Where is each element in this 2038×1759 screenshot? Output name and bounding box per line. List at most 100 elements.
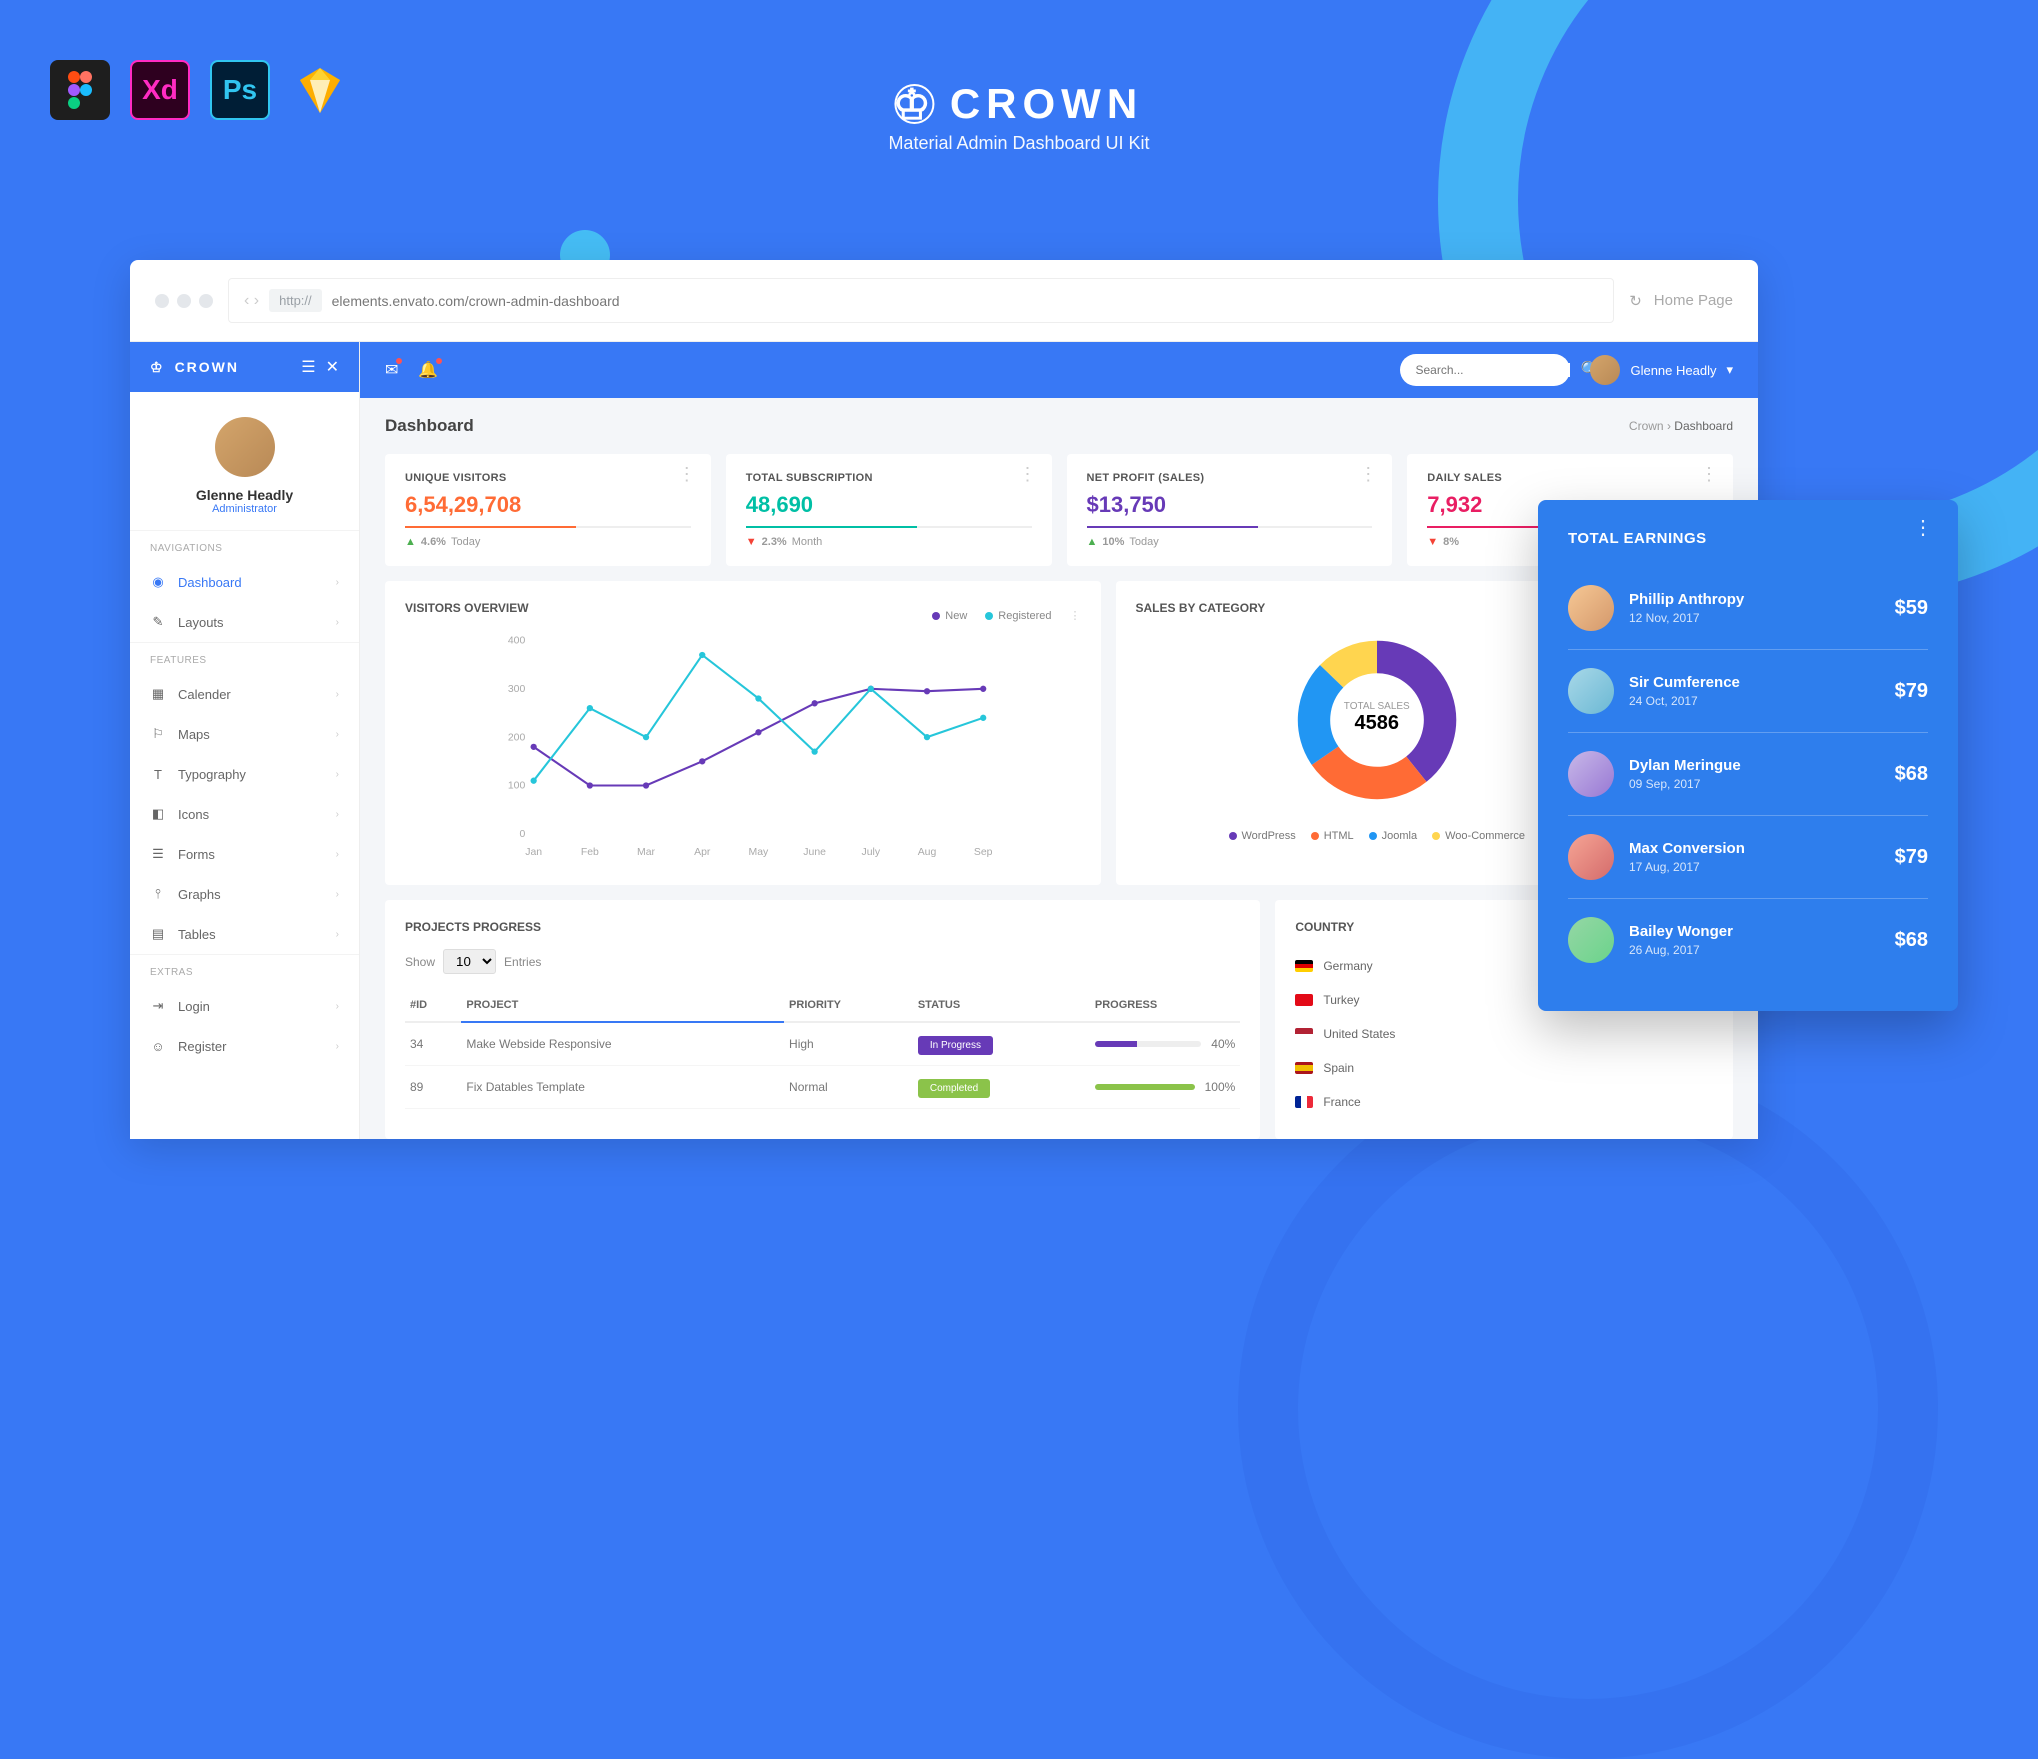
country-item[interactable]: France <box>1295 1085 1713 1119</box>
show-entries: Show 10 Entries <box>405 949 1240 974</box>
svg-text:June: June <box>803 847 826 858</box>
svg-text:Jan: Jan <box>525 847 542 858</box>
chevron-right-icon: › <box>336 1041 339 1052</box>
ps-icon: Ps <box>210 60 270 120</box>
svg-text:May: May <box>749 847 769 858</box>
home-page-link[interactable]: ↻ Home Page <box>1629 292 1733 310</box>
earning-amount: $68 <box>1895 929 1928 952</box>
stat-title: UNIQUE VISITORS <box>405 472 691 484</box>
menu-icon[interactable]: ☰ <box>301 357 315 377</box>
chevron-right-icon: › <box>336 769 339 780</box>
svg-text:Sep: Sep <box>974 847 993 858</box>
sidebar-item-tables[interactable]: ▤Tables› <box>130 914 359 954</box>
sidebar-item-icons[interactable]: ◧Icons› <box>130 794 359 834</box>
earning-row[interactable]: Max Conversion17 Aug, 2017 $79 <box>1568 816 1928 899</box>
svg-text:200: 200 <box>508 732 526 743</box>
legend-item: Woo-Commerce <box>1432 830 1525 842</box>
earning-date: 26 Aug, 2017 <box>1629 943 1733 957</box>
url-bar[interactable]: ‹ › http:// elements.envato.com/crown-ad… <box>228 278 1614 323</box>
card-title: PROJECTS PROGRESS <box>405 920 1240 934</box>
table-row[interactable]: 89 Fix Datables Template Normal Complete… <box>405 1066 1240 1109</box>
avatar <box>1568 668 1614 714</box>
country-item[interactable]: United States <box>1295 1017 1713 1051</box>
nav-label: Tables <box>178 927 216 942</box>
stat-value: 6,54,29,708 <box>405 492 691 518</box>
bg-decoration <box>1238 1059 1938 1759</box>
earning-row[interactable]: Bailey Wonger26 Aug, 2017 $68 <box>1568 899 1928 981</box>
cell-progress: 40% <box>1090 1022 1240 1066</box>
th-progress[interactable]: PROGRESS <box>1090 989 1240 1022</box>
svg-text:300: 300 <box>508 684 526 695</box>
nav-icon: ⇥ <box>150 998 166 1014</box>
hero: ♔ CROWN Material Admin Dashboard UI Kit <box>888 80 1149 154</box>
mail-icon[interactable]: ✉ <box>385 360 398 380</box>
chevron-right-icon: › <box>336 729 339 740</box>
nav-section-header: FEATURES <box>130 642 359 674</box>
search-input[interactable] <box>1415 363 1570 377</box>
stat-title: TOTAL SUBSCRIPTION <box>746 472 1032 484</box>
hero-title-text: CROWN <box>950 80 1143 128</box>
earning-row[interactable]: Dylan Meringue09 Sep, 2017 $68 <box>1568 733 1928 816</box>
brand-name: CROWN <box>175 359 239 375</box>
crumb[interactable]: Crown <box>1629 419 1664 433</box>
more-icon[interactable]: ⋮ <box>1019 472 1037 477</box>
more-icon[interactable]: ⋮ <box>1070 609 1081 622</box>
nav-icon: T <box>150 766 166 782</box>
nav-icon: ◉ <box>150 574 166 590</box>
line-chart: 0100200300400JanFebMarAprMayJuneJulyAugS… <box>405 630 1081 860</box>
chevron-right-icon: › <box>336 689 339 700</box>
th-status[interactable]: STATUS <box>913 989 1090 1022</box>
earning-name: Sir Cumference <box>1629 674 1740 691</box>
cell-progress: 100% <box>1090 1066 1240 1109</box>
country-name: Spain <box>1323 1061 1354 1075</box>
sidebar-item-typography[interactable]: TTypography› <box>130 754 359 794</box>
earning-date: 24 Oct, 2017 <box>1629 694 1740 708</box>
earning-row[interactable]: Phillip Anthropy12 Nov, 2017 $59 <box>1568 567 1928 650</box>
bell-icon[interactable]: 🔔 <box>418 360 438 380</box>
url-protocol: http:// <box>269 289 322 312</box>
sidebar-item-layouts[interactable]: ✎Layouts› <box>130 602 359 642</box>
entries-label: Entries <box>504 955 541 969</box>
entries-select[interactable]: 10 <box>443 949 496 974</box>
refresh-icon[interactable]: ↻ <box>1629 292 1642 310</box>
tools-icon[interactable]: ✕ <box>326 357 339 377</box>
sidebar-item-forms[interactable]: ☰Forms› <box>130 834 359 874</box>
chevron-right-icon: › <box>336 929 339 940</box>
user-menu[interactable]: Glenne Headly ▾ <box>1590 355 1733 385</box>
sidebar-item-login[interactable]: ⇥Login› <box>130 986 359 1026</box>
nav-icon: ▦ <box>150 686 166 702</box>
home-page-label: Home Page <box>1654 292 1733 309</box>
chevron-down-icon: ▾ <box>1726 362 1733 378</box>
svg-text:400: 400 <box>508 636 526 647</box>
legend-item: New <box>932 609 967 622</box>
sidebar-item-calender[interactable]: ▦Calender› <box>130 674 359 714</box>
legend-item: Joomla <box>1369 830 1417 842</box>
avatar <box>1568 834 1614 880</box>
cell-id: 34 <box>405 1022 461 1066</box>
sidebar-item-graphs[interactable]: ⫯Graphs› <box>130 874 359 914</box>
user-avatar[interactable] <box>215 417 275 477</box>
xd-icon: Xd <box>130 60 190 120</box>
more-icon[interactable]: ⋮ <box>678 472 696 477</box>
country-item[interactable]: Spain <box>1295 1051 1713 1085</box>
nav-arrows[interactable]: ‹ › <box>244 292 259 310</box>
url-text: elements.envato.com/crown-admin-dashboar… <box>332 293 620 309</box>
chevron-right-icon: › <box>336 849 339 860</box>
sidebar-item-maps[interactable]: ⚐Maps› <box>130 714 359 754</box>
more-icon[interactable]: ⋮ <box>1700 472 1718 477</box>
sidebar-item-register[interactable]: ☺Register› <box>130 1026 359 1066</box>
app: ♔ CROWN ☰ ✕ Glenne Headly Administrator … <box>130 341 1758 1139</box>
avatar <box>1568 585 1614 631</box>
search-box[interactable]: 🔍 <box>1400 354 1570 386</box>
sidebar-item-dashboard[interactable]: ◉Dashboard› <box>130 562 359 602</box>
more-icon[interactable]: ⋮ <box>1913 525 1933 531</box>
table-row[interactable]: 34 Make Webside Responsive High In Progr… <box>405 1022 1240 1066</box>
country-name: United States <box>1323 1027 1395 1041</box>
th-priority[interactable]: PRIORITY <box>784 989 913 1022</box>
earning-row[interactable]: Sir Cumference24 Oct, 2017 $79 <box>1568 650 1928 733</box>
th-id[interactable]: #ID <box>405 989 461 1022</box>
flag-icon <box>1295 960 1313 972</box>
th-project[interactable]: PROJECT <box>461 989 784 1022</box>
more-icon[interactable]: ⋮ <box>1359 472 1377 477</box>
window-dots <box>155 294 213 308</box>
